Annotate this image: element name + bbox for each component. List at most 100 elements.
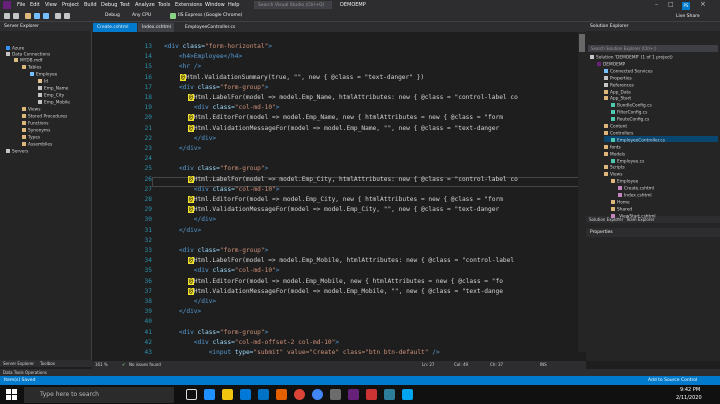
undo-icon[interactable] [55, 13, 61, 19]
tree-item-stored-procedures[interactable]: Stored Procedures [22, 114, 67, 120]
mail-icon[interactable] [258, 389, 269, 400]
solution-tree-item[interactable]: Create.cshtml [618, 186, 654, 192]
file-explorer-icon[interactable] [222, 389, 233, 400]
solution-tree-item[interactable]: Solution 'DEMOEMP' (1 of 1 project) [590, 55, 673, 61]
solution-tree-item[interactable]: Views [604, 172, 622, 178]
tree-item-types[interactable]: Types [22, 135, 40, 141]
code-line[interactable]: <div class="col-md-offset-2 col-md-10"> [164, 339, 339, 346]
tree-item-azure[interactable]: Azure [6, 46, 24, 52]
menu-view[interactable]: View [45, 2, 57, 8]
code-line[interactable]: <div class="form-horizontal"> [164, 43, 272, 50]
code-line[interactable]: @Html.ValidationMessageFor(model => mode… [188, 287, 503, 295]
solution-tree-item[interactable]: Properties [604, 75, 632, 81]
tree-item-functions[interactable]: Functions [22, 121, 49, 127]
code-line[interactable]: </div> [164, 135, 216, 142]
tree-item-tables[interactable]: Tables [22, 65, 41, 71]
config-dropdown[interactable]: Debug [105, 13, 120, 18]
solution-tree-item[interactable]: Controllers [604, 130, 633, 136]
code-line[interactable]: <div class="form-group"> [164, 329, 268, 336]
menu-debug[interactable]: Debug [101, 2, 117, 8]
solution-tree-item[interactable]: App_Start [604, 96, 631, 102]
menu-build[interactable]: Build [84, 2, 97, 8]
search-input[interactable]: Search Visual Studio (Ctrl+Q) [254, 1, 332, 9]
avatar[interactable]: PS [682, 2, 690, 10]
solution-tree-item[interactable]: Models [604, 151, 625, 157]
code-line[interactable]: <div class="form-group"> [164, 165, 268, 172]
visual-studio-taskbar-icon[interactable] [348, 389, 359, 400]
live-share-button[interactable]: Live Share [676, 14, 700, 19]
maximize-icon[interactable]: □ [668, 1, 674, 8]
clock-time[interactable]: 9:42 PM [680, 387, 700, 393]
code-line[interactable]: </div> [164, 308, 201, 315]
solution-tree-item[interactable]: Connected Services [604, 68, 653, 74]
clock-date[interactable]: 2/11/2020 [676, 395, 702, 401]
code-line[interactable]: @Html.ValidationMessageFor(model => mode… [188, 206, 499, 214]
tree-item-column-id[interactable]: Id [38, 79, 48, 85]
app-icon-2[interactable] [384, 389, 395, 400]
tab-employee-controller[interactable]: EmployeeController.cs [181, 23, 243, 32]
solution-tree-item[interactable]: Employee [611, 179, 638, 185]
sql-server-icon[interactable] [366, 389, 377, 400]
tree-item-column-emp-city[interactable]: Emp_City [38, 93, 64, 99]
code-line[interactable]: </div> [164, 145, 201, 152]
solution-tree-item[interactable]: App_Data [604, 89, 631, 95]
add-to-source-control-button[interactable]: Add to Source Control [648, 378, 697, 383]
tab-server-explorer[interactable]: Server Explorer [3, 361, 34, 366]
tab-toolbox[interactable]: Toolbox [40, 361, 55, 366]
run-target-button[interactable]: IIS Express (Google Chrome) [178, 13, 242, 18]
tree-item-data-connections[interactable]: Data Connections [6, 52, 50, 58]
taskbar-search-input[interactable]: Type here to search [24, 387, 174, 403]
redo-icon[interactable] [64, 13, 70, 19]
solution-tree-item[interactable]: RouteConfig.cs [611, 117, 649, 123]
code-line[interactable]: <hr /> [164, 63, 201, 70]
menu-test[interactable]: Test [120, 2, 130, 8]
tree-item-synonyms[interactable]: Synonyms [22, 128, 50, 134]
code-line[interactable]: @Html.LabelFor(model => model.Emp_Mobile… [188, 257, 514, 265]
solution-tree-item[interactable]: _ViewStart.cshtml [611, 213, 656, 219]
code-line[interactable]: <div class="col-md-10"> [164, 186, 280, 193]
menu-file[interactable]: File [17, 2, 25, 8]
menu-analyze[interactable]: Analyze [135, 2, 155, 8]
menu-extensions[interactable]: Extensions [175, 2, 202, 8]
solution-tree-item[interactable]: FilterConfig.cs [611, 110, 647, 116]
tree-item-views[interactable]: Views [22, 107, 40, 113]
app-icon[interactable] [330, 389, 341, 400]
platform-dropdown[interactable]: Any CPU [132, 13, 151, 18]
solution-tree-item[interactable]: DEMOEMP [597, 61, 625, 67]
run-icon[interactable] [170, 13, 176, 19]
code-line[interactable]: <h4>Employee</h4> [164, 53, 242, 60]
solution-tree-item[interactable]: Shared [611, 206, 632, 212]
solution-tree-item[interactable]: References [604, 82, 634, 88]
tree-item-database[interactable]: MYDB.mdf [14, 58, 42, 64]
zoom-level[interactable]: 161 % [95, 362, 108, 367]
app-icon-3[interactable] [402, 389, 413, 400]
menu-help[interactable]: Help [228, 2, 239, 8]
editor-scroll-thumb[interactable] [579, 34, 585, 52]
code-line[interactable]: @Html.LabelFor(model => model.Emp_Name, … [188, 94, 518, 101]
solution-tree-item[interactable]: BundleConfig.cs [611, 103, 652, 109]
save-icon[interactable] [34, 13, 40, 19]
tab-create-cshtml[interactable]: Create.cshtml [93, 23, 137, 32]
editor-scrollbar[interactable] [578, 32, 586, 352]
tree-item-employee-table[interactable]: Employee [30, 72, 57, 78]
tree-item-servers[interactable]: Servers [6, 149, 28, 155]
menu-tools[interactable]: Tools [158, 2, 170, 8]
close-icon[interactable]: × [700, 0, 706, 8]
chrome-icon[interactable] [294, 389, 305, 400]
code-line[interactable]: <div class="col-md-10"> [164, 267, 280, 274]
forward-icon[interactable] [13, 13, 19, 19]
tree-item-column-emp-mobile[interactable]: Emp_Mobile [38, 100, 70, 106]
tab-index-cshtml[interactable]: Index.cshtml [138, 23, 174, 32]
data-tools-tab[interactable]: Data Tools Operations [3, 370, 47, 375]
windows-start-icon[interactable] [6, 389, 17, 400]
solution-tree-item[interactable]: Index.cshtml [618, 193, 652, 199]
code-line[interactable]: @Html.ValidationSummary(true, "", new { … [180, 73, 424, 81]
back-icon[interactable] [4, 13, 10, 19]
chrome-profile-icon[interactable] [312, 389, 323, 400]
firefox-icon[interactable] [276, 389, 287, 400]
code-line[interactable]: @Html.ValidationMessageFor(model => mode… [188, 124, 499, 132]
solution-tree-item[interactable]: Content [604, 124, 627, 130]
solution-search-input[interactable]: Search Solution Explorer (Ctrl+;) [588, 45, 718, 52]
solution-tree-item[interactable]: fonts [604, 144, 621, 150]
menu-project[interactable]: Project [62, 2, 79, 8]
